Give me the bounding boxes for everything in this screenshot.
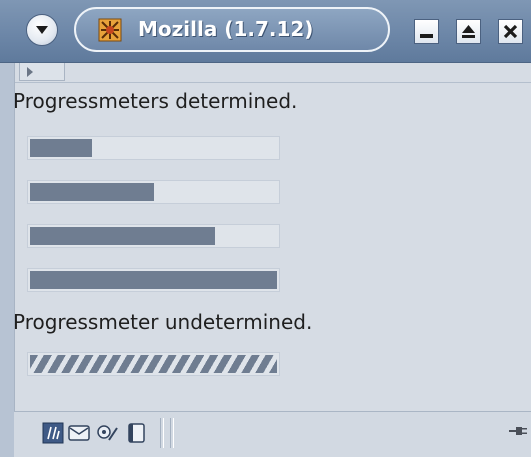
chevron-down-icon	[36, 26, 48, 34]
statusbar-separator	[160, 418, 164, 448]
title-pill: Mozilla (1.7.12)	[74, 7, 390, 52]
window-menu-button[interactable]	[26, 14, 58, 46]
mail-icon[interactable]	[68, 422, 90, 444]
progress-fill	[30, 183, 154, 201]
content-area	[14, 63, 531, 456]
title-bar: Mozilla (1.7.12)	[0, 0, 531, 63]
composer-icon[interactable]	[96, 422, 118, 444]
address-book-icon[interactable]	[126, 422, 148, 444]
progress-fill	[30, 139, 92, 157]
maximize-button[interactable]	[456, 19, 481, 44]
progressmeter-undetermined	[27, 352, 280, 376]
progressmeter-determined	[27, 268, 280, 292]
statusbar-separator	[170, 418, 174, 448]
mozilla-app-icon	[98, 18, 122, 42]
toolbar-strip	[15, 63, 531, 83]
online-plug-icon[interactable]	[509, 424, 527, 438]
triangle-right-icon	[27, 67, 33, 77]
toolbar-collapse-grip[interactable]	[19, 63, 65, 81]
progressmeter-determined	[27, 180, 280, 204]
minimize-icon	[420, 34, 433, 38]
progressmeter-determined	[27, 224, 280, 248]
navigator-icon[interactable]	[42, 422, 64, 444]
maximize-icon	[462, 25, 475, 38]
close-button[interactable]	[498, 19, 523, 44]
minimize-button[interactable]	[414, 19, 439, 44]
progress-fill	[30, 227, 215, 245]
window-title: Mozilla (1.7.12)	[138, 17, 314, 41]
progress-indeterminate-fill	[30, 355, 277, 373]
status-bar	[14, 411, 531, 457]
undetermined-heading: Progressmeter undetermined.	[13, 310, 313, 334]
close-icon	[503, 24, 518, 39]
progressmeter-determined	[27, 136, 280, 160]
progress-fill	[30, 271, 277, 289]
determined-heading: Progressmeters determined.	[13, 89, 298, 113]
